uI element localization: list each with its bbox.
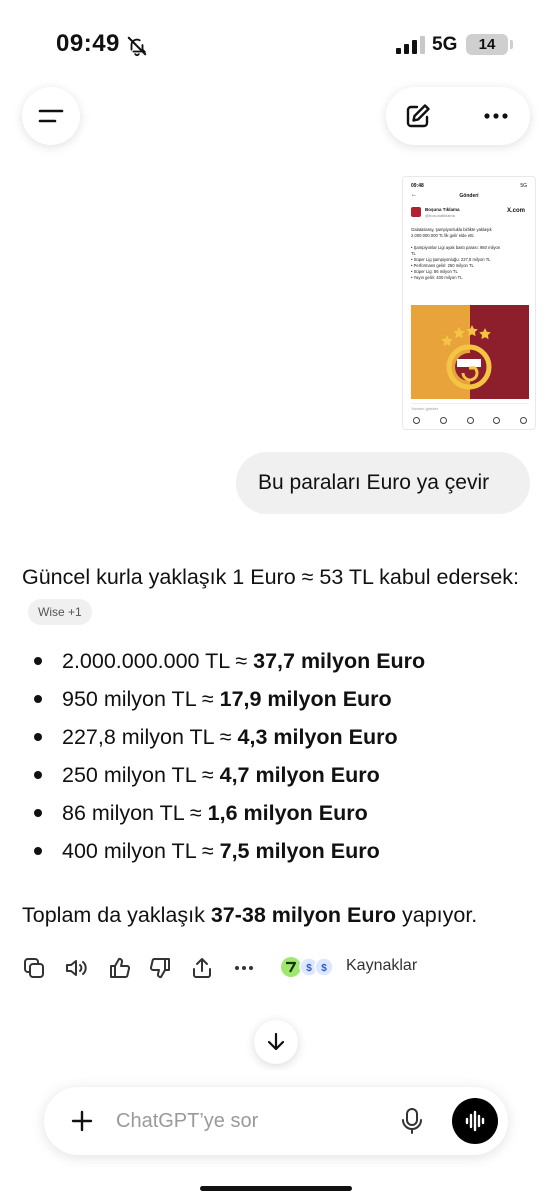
list-item: 950 milyon TL ≈ 17,9 milyon Euro: [22, 680, 532, 718]
eur-amount: 7,5 milyon Euro: [219, 839, 380, 863]
assistant-intro: Güncel kurla yaklaşık 1 Euro ≈ 53 TL kab…: [22, 560, 532, 630]
network-label: 5G: [432, 34, 458, 55]
status-bar: 09:49 5G 14: [0, 0, 552, 80]
list-item: 227,8 milyon TL ≈ 4,3 milyon Euro: [22, 718, 532, 756]
thumb-header: Gönderi: [459, 193, 479, 199]
thumb-name: Boşuna Tıklama: [425, 207, 460, 212]
tl-amount: 2.000.000.000 TL ≈: [62, 649, 254, 673]
thumb-home-icon: [413, 417, 420, 424]
svg-text:$: $: [306, 963, 312, 974]
voice-wave-icon: [465, 1110, 485, 1132]
assistant-message: Güncel kurla yaklaşık 1 Euro ≈ 53 TL kab…: [22, 560, 532, 932]
tl-amount: 950 milyon TL ≈: [62, 687, 220, 711]
thumb-avatar: [411, 207, 421, 217]
arrow-down-icon: [267, 1032, 285, 1051]
more-icon[interactable]: [232, 956, 256, 980]
thumb-line: • Yayın geliri: 400 milyon TL: [411, 275, 463, 280]
header-actions: [386, 87, 530, 145]
sources-logos-icon[interactable]: $ $: [280, 956, 336, 978]
thumb-mail-icon: [520, 417, 527, 424]
thumb-tab-bar: [413, 417, 527, 424]
attached-screenshot[interactable]: 09:48 5G ← Gönderi Boşuna Tıklama @bosun…: [402, 176, 536, 430]
tl-amount: 400 milyon TL ≈: [62, 839, 220, 863]
thumb-post-text: Galatasaray, şampiyonlukla birlikte yakl…: [411, 227, 531, 281]
voice-mode-button[interactable]: [452, 1098, 498, 1144]
microphone-icon[interactable]: [400, 1107, 424, 1135]
galatasaray-logo: [441, 325, 492, 390]
copy-icon[interactable]: [22, 956, 46, 980]
conversion-list: 2.000.000.000 TL ≈ 37,7 milyon Euro 950 …: [22, 642, 532, 870]
eur-amount: 4,7 milyon Euro: [219, 763, 380, 787]
tl-amount: 227,8 milyon TL ≈: [62, 725, 238, 749]
source-chip[interactable]: Wise +1: [28, 599, 92, 625]
thumb-galatasaray-image: [411, 305, 529, 399]
list-item: 86 milyon TL ≈ 1,6 milyon Euro: [22, 794, 532, 832]
new-chat-icon[interactable]: [404, 102, 432, 130]
eur-amount: 1,6 milyon Euro: [207, 801, 368, 825]
eur-amount: 37,7 milyon Euro: [253, 649, 426, 673]
battery-tip: [510, 40, 513, 49]
thumb-handle: @bosunatiklama: [425, 213, 455, 218]
tl-amount: 86 milyon TL ≈: [62, 801, 208, 825]
home-indicator: [200, 1186, 352, 1191]
tl-amount: 250 milyon TL ≈: [62, 763, 220, 787]
thumb-status-net: 5G: [520, 183, 527, 189]
thumb-search-icon: [439, 417, 447, 424]
read-aloud-icon[interactable]: [64, 956, 88, 980]
status-time: 09:49: [56, 30, 120, 57]
list-item: 400 milyon TL ≈ 7,5 milyon Euro: [22, 832, 532, 870]
list-item: 250 milyon TL ≈ 4,7 milyon Euro: [22, 756, 532, 794]
thumb-bell-icon: [493, 417, 501, 424]
sources-button[interactable]: Kaynaklar: [346, 957, 417, 975]
thumb-source: X.com: [506, 208, 525, 214]
thumb-reply-field: Yanıtını gönder: [411, 403, 529, 413]
svg-text:$: $: [321, 963, 327, 974]
share-icon[interactable]: [190, 956, 214, 980]
eur-amount: 17,9 milyon Euro: [219, 687, 392, 711]
menu-icon: [38, 109, 64, 123]
plus-icon[interactable]: [70, 1109, 94, 1133]
scroll-to-bottom-button[interactable]: [254, 1020, 298, 1064]
bell-off-icon: [127, 36, 147, 57]
thumbs-up-icon[interactable]: [108, 956, 132, 980]
thumb-grok-icon: [466, 417, 474, 424]
signal-icon: [396, 36, 425, 54]
thumb-status-time: 09:48: [411, 183, 424, 189]
message-actions: $ $ Kaynaklar: [22, 952, 542, 984]
total-suffix: yapıyor.: [396, 903, 478, 927]
total-prefix: Toplam da yaklaşık: [22, 903, 211, 927]
composer: [44, 1087, 508, 1155]
message-input[interactable]: [116, 1087, 386, 1155]
eur-amount: 4,3 milyon Euro: [237, 725, 398, 749]
more-dots-icon[interactable]: [482, 102, 510, 130]
total-value: 37-38 milyon Euro: [210, 903, 397, 927]
user-message-bubble: Bu paraları Euro ya çevir: [236, 452, 530, 514]
list-item: 2.000.000.000 TL ≈ 37,7 milyon Euro: [22, 642, 532, 680]
sidebar-menu-button[interactable]: [22, 87, 80, 145]
thumbs-down-icon[interactable]: [148, 956, 172, 980]
intro-text: Güncel kurla yaklaşık 1 Euro ≈ 53 TL kab…: [22, 565, 519, 589]
total-line: Toplam da yaklaşık 37-38 milyon Euro yap…: [22, 898, 532, 932]
battery-indicator: 14: [466, 34, 508, 55]
